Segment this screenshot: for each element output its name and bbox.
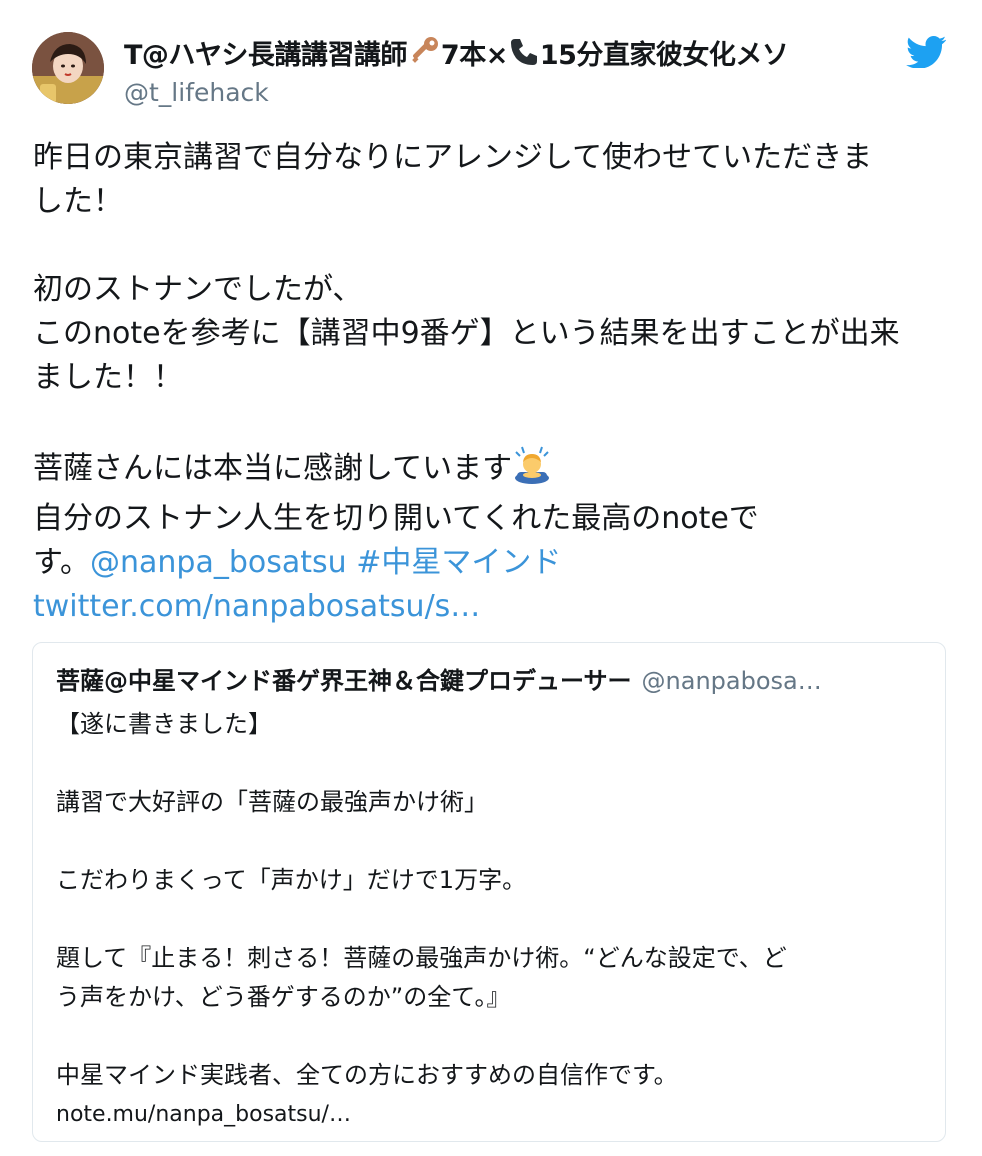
mention-link[interactable]: @nanpa_bosatsu [90,545,347,580]
author-name-text: T@ハヤシ長講講習講師 [124,40,407,71]
author-handle[interactable]: @t_lifehack [124,76,269,110]
quoted-author-name: 菩薩@中星マインド番ゲ界王神＆合鍵プロデューサー [56,667,632,695]
quoted-line: 講習で大好評の「菩薩の最強声かけ術」 [56,788,488,816]
author-name[interactable]: T@ハヤシ長講講習講師 7本× 15分直家彼女化メソ [124,34,789,78]
key-icon [407,34,441,78]
quoted-tweet-text: 【遂に書きました】 講習で大好評の「菩薩の最強声かけ術」 こだわりまくって「声か… [56,705,787,1134]
tweet-line: 菩薩さんには本当に感謝しています [33,444,953,497]
quoted-line: 題して『止まる！刺さる！菩薩の最強声かけ術。“どんな設定で、ど [56,944,787,972]
quoted-line: 中星マインド実践者、全ての方におすすめの自信作です。 [56,1061,678,1089]
quoted-line: う声をかけ、どう番ゲするのか”の全て。』 [56,983,511,1011]
quoted-line: 【遂に書きました】 [56,710,272,738]
tweet-line: 自分のストナン人生を切り開いてくれた最高のnoteで [33,501,759,536]
tweet-line-text: す。 [33,545,90,580]
tweet-line-text: 菩薩さんには本当に感謝しています [33,451,513,486]
tweet-line: 初のストナンでしたが、 [33,272,363,307]
quoted-author-handle: @nanpabosa… [641,667,822,695]
tweet-line: ました！！ [33,360,183,395]
tweet-text: 昨日の東京講習で自分なりにアレンジして使わせていただきま した！ 初のストナンで… [33,136,953,629]
tweet-line: す。@nanpa_bosatsu #中星マインド [33,541,953,585]
avatar-image [32,32,104,104]
tweet-line: した！ [33,184,123,219]
tweet-url-link[interactable]: twitter.com/nanpabosatsu/s… [33,585,953,629]
author-name-suffix-1: 7本× [440,40,508,71]
tweet-line: 昨日の東京講習で自分なりにアレンジして使わせていただきま [33,140,873,175]
hashtag-link[interactable]: #中星マインド [356,545,561,580]
twitter-bird-icon[interactable] [906,36,946,68]
quoted-url-link[interactable]: note.mu/nanpa_bosatsu/… [56,1095,787,1134]
quoted-tweet[interactable]: 菩薩@中星マインド番ゲ界王神＆合鍵プロデューサー @nanpabosa… 【遂に書… [32,642,946,1142]
tweet-card: T@ハヤシ長講講習講師 7本× 15分直家彼女化メソ @t_lifehack 昨日の… [0,0,982,1156]
telephone-icon [508,36,540,78]
tweet-line: このnoteを参考に【講習中9番ゲ】という結果を出すことが出来 [33,316,900,351]
quoted-tweet-header: 菩薩@中星マインド番ゲ界王神＆合鍵プロデューサー @nanpabosa… [56,665,822,697]
person-bowing-icon [512,444,552,497]
author-name-suffix-2: 15分直家彼女化メソ [539,40,789,71]
quoted-line: こだわりまくって「声かけ」だけで1万字。 [56,866,527,894]
avatar[interactable] [32,32,104,104]
